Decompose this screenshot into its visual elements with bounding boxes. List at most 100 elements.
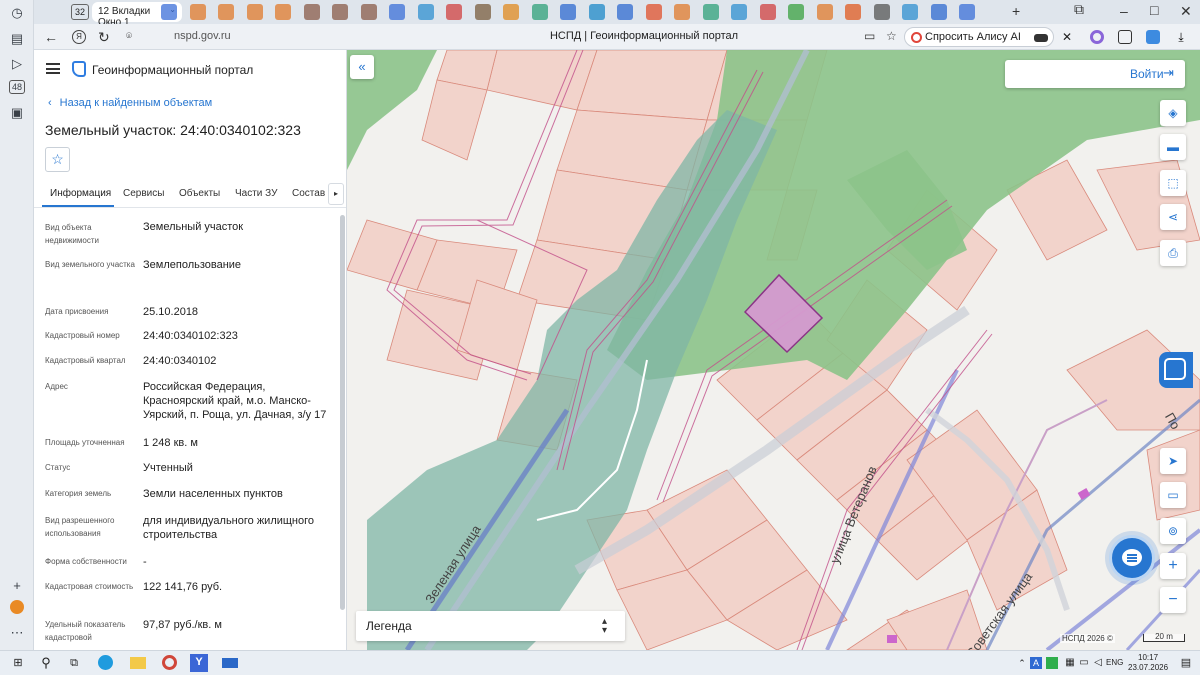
yandex-icon[interactable]: Я xyxy=(72,30,86,44)
card-icon[interactable]: ▭ xyxy=(1160,482,1186,508)
collapse-panel-button[interactable]: « xyxy=(350,55,374,79)
tab-favicon-icon[interactable] xyxy=(303,4,320,20)
tab-favicon-icon[interactable] xyxy=(788,4,804,20)
reload-icon[interactable]: ↻ xyxy=(98,29,110,46)
yandex-browser-icon[interactable] xyxy=(162,655,177,670)
tab-favicon-icon[interactable] xyxy=(674,4,690,20)
tab-favicon-icon[interactable] xyxy=(731,4,747,20)
notifications-icon[interactable]: ▤ xyxy=(1178,655,1194,671)
new-tab-icon[interactable]: + xyxy=(1012,3,1020,19)
maximize-icon[interactable]: □ xyxy=(1150,2,1158,18)
badge-48-icon[interactable]: 48 xyxy=(9,80,25,94)
collections-icon[interactable]: ▤ xyxy=(8,30,26,48)
tab-favicon-icon[interactable] xyxy=(189,4,206,20)
more-icon[interactable]: ⋯ xyxy=(8,624,26,642)
language-indicator[interactable]: ENG xyxy=(1106,658,1123,667)
app-window-icon[interactable] xyxy=(222,658,238,668)
zoom-out-icon[interactable]: − xyxy=(1160,587,1186,613)
minimize-icon[interactable]: – xyxy=(1120,3,1128,19)
tab-favicon-icon[interactable] xyxy=(902,4,918,20)
add-icon[interactable]: + xyxy=(8,577,26,595)
tab-information[interactable]: Информация xyxy=(50,188,111,199)
tab-favicon-icon[interactable] xyxy=(389,4,405,20)
ask-alice-button[interactable]: Спросить Алису AI xyxy=(904,27,1054,47)
volume-icon[interactable]: ◁ xyxy=(1090,655,1106,671)
extension-2-icon[interactable]: ✕ xyxy=(1062,30,1076,44)
url-field[interactable]: nspd.gov.ru xyxy=(174,30,231,42)
tab-favicon-icon[interactable] xyxy=(474,4,491,20)
tab-favicon-icon[interactable] xyxy=(702,4,719,20)
tab-objects[interactable]: Объекты xyxy=(179,188,220,199)
reader-icon[interactable]: ▭ xyxy=(864,29,875,43)
panel-scrollbar[interactable] xyxy=(340,215,345,610)
chat-button[interactable] xyxy=(1109,535,1155,581)
tab-favicon-icon[interactable] xyxy=(332,4,348,20)
help-widget[interactable] xyxy=(1159,352,1193,388)
extension-4-icon[interactable] xyxy=(1118,30,1132,44)
tab-favicon-icon[interactable] xyxy=(446,4,462,20)
bookmark-icon[interactable]: ☆ xyxy=(886,29,897,43)
clock[interactable]: 10:17 23.07.2026 xyxy=(1128,653,1168,673)
tab-count-badge[interactable]: 32 xyxy=(71,4,89,20)
tab-favicon-icon[interactable] xyxy=(531,4,548,20)
zoom-in-icon[interactable]: + xyxy=(1160,553,1186,579)
login-button[interactable]: Войти ⇥ xyxy=(1005,60,1185,88)
explorer-icon[interactable] xyxy=(130,657,146,669)
window-restore-icon[interactable]: ⧉ xyxy=(1074,1,1084,18)
close-icon[interactable]: ✕ xyxy=(1180,3,1192,20)
alice-icon[interactable] xyxy=(10,600,24,614)
tab-services[interactable]: Сервисы xyxy=(123,188,164,199)
tab-favicon-icon[interactable] xyxy=(246,4,263,20)
menu-icon[interactable] xyxy=(46,63,60,74)
start-icon[interactable]: ⊞ xyxy=(10,655,26,671)
task-view-icon[interactable]: ⧉ xyxy=(66,655,82,671)
tab-favicon-icon[interactable] xyxy=(218,4,234,20)
tray-chevron-icon[interactable]: ⌃ xyxy=(1014,655,1030,671)
map-attribution[interactable]: НСПД 2026 © xyxy=(1060,634,1115,643)
history-icon[interactable]: ◷ xyxy=(8,4,26,22)
geo-icon[interactable]: ⊚ xyxy=(1160,518,1186,544)
y-app-icon[interactable]: Y xyxy=(190,654,208,672)
tab-favicon-icon[interactable] xyxy=(873,4,890,20)
search-icon[interactable]: ⚲ xyxy=(38,655,54,671)
tab-favicon-icon[interactable] xyxy=(845,4,861,20)
tab-parts[interactable]: Части ЗУ xyxy=(235,188,277,199)
extension-1-icon[interactable] xyxy=(1034,34,1048,42)
field-label: Удельный показатель кадастровой xyxy=(45,620,126,642)
share-icon[interactable]: ⋖ xyxy=(1160,204,1186,230)
back-to-results-link[interactable]: ‹ Назад к найденным объектам xyxy=(48,97,212,109)
tabs-scroll-right-icon[interactable]: ▸ xyxy=(328,183,344,205)
screenshot-icon[interactable]: ▣ xyxy=(8,104,26,122)
tray-app-icon[interactable]: A xyxy=(1030,657,1042,669)
tab-favicon-icon[interactable] xyxy=(417,4,434,20)
tab-favicon-icon[interactable] xyxy=(816,4,833,20)
tab-favicon-icon[interactable] xyxy=(275,4,291,20)
legend-dropdown[interactable]: Легенда ▴ ▾ xyxy=(356,611,625,641)
tab-favicon-icon[interactable] xyxy=(930,4,947,20)
tab-favicon-icon[interactable] xyxy=(645,4,662,20)
select-area-icon[interactable]: ⬚ xyxy=(1160,170,1186,196)
tab-favicon-icon[interactable] xyxy=(959,4,975,20)
extension-5-icon[interactable] xyxy=(1146,30,1160,44)
tab-favicon-icon[interactable] xyxy=(759,4,776,20)
edge-icon[interactable] xyxy=(98,655,113,670)
tab-favicon-icon[interactable] xyxy=(360,4,377,20)
print-icon[interactable]: ⎙ xyxy=(1160,240,1186,266)
tab-favicon-icon[interactable] xyxy=(617,4,633,20)
play-icon[interactable]: ▷ xyxy=(8,55,26,73)
downloads-icon[interactable]: ⤓ xyxy=(1174,30,1188,44)
tab-favicon-icon[interactable] xyxy=(588,4,605,20)
extension-3-icon[interactable] xyxy=(1090,30,1104,44)
locate-icon[interactable]: ➤ xyxy=(1160,448,1186,474)
tab-composition[interactable]: Состав xyxy=(292,188,325,199)
tab-favicon-icon[interactable] xyxy=(560,4,576,20)
tab-favicon-icon[interactable] xyxy=(503,4,519,20)
layers-icon[interactable]: ◈ xyxy=(1160,100,1186,126)
back-icon[interactable]: ← xyxy=(44,29,58,45)
favorite-button[interactable]: ☆ xyxy=(45,147,70,172)
map-view[interactable]: Зеленая улица улица Ветеранов Советская … xyxy=(347,50,1200,650)
site-info-icon[interactable]: ⌾ xyxy=(126,31,132,42)
ruler-icon[interactable]: ▬ xyxy=(1160,134,1186,160)
tray-green-icon[interactable] xyxy=(1046,657,1058,669)
tab-favicon-icon[interactable] xyxy=(161,4,177,20)
